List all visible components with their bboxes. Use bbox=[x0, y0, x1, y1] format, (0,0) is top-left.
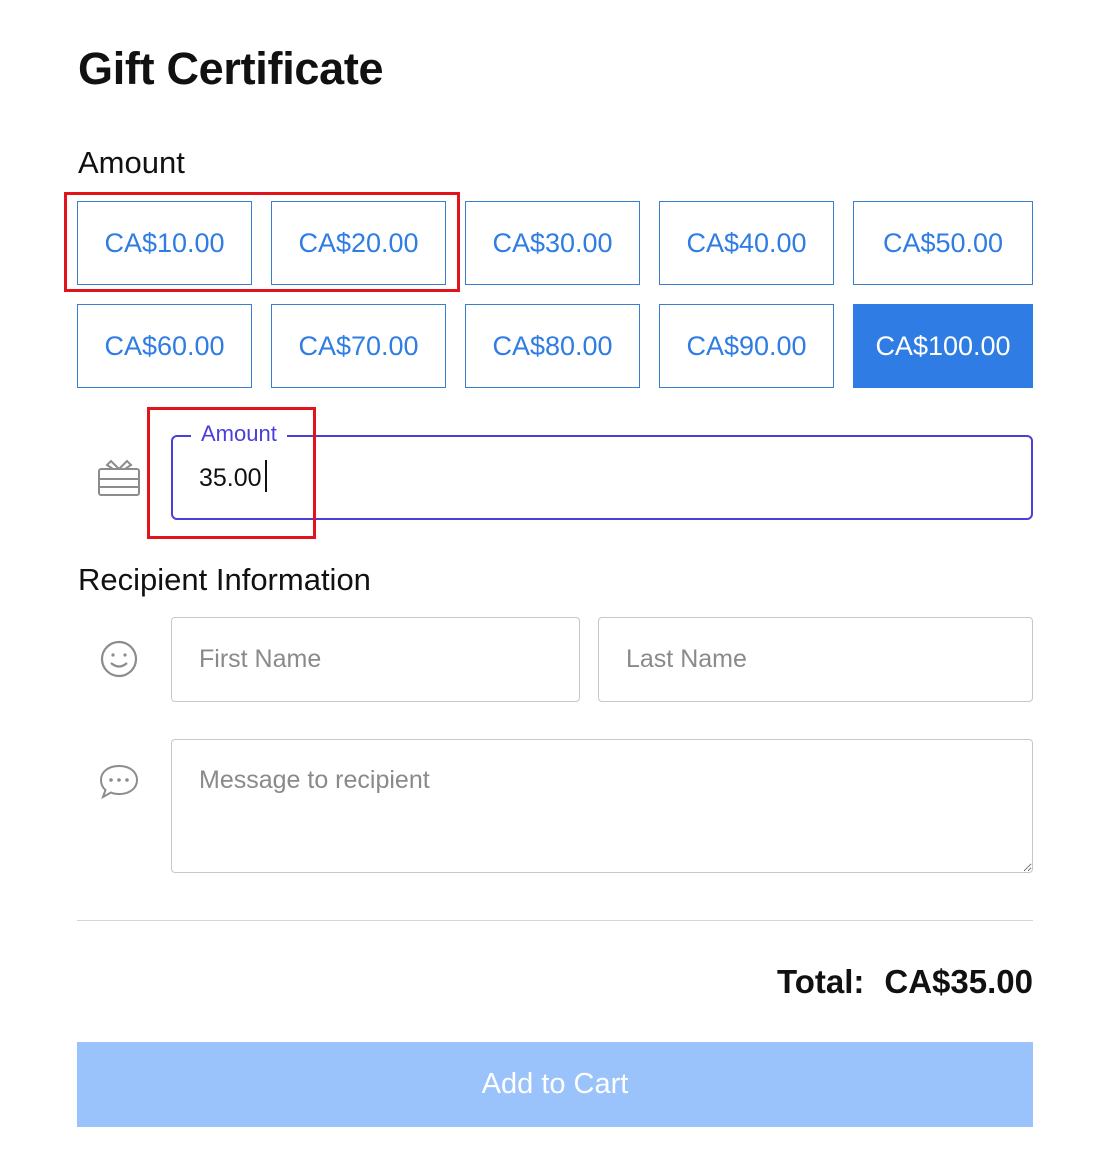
amount-option-100[interactable]: CA$100.00 bbox=[853, 304, 1033, 388]
gift-card-icon bbox=[97, 455, 141, 499]
amount-option-50[interactable]: CA$50.00 bbox=[853, 201, 1033, 285]
amount-option-70[interactable]: CA$70.00 bbox=[271, 304, 446, 388]
amount-option-90[interactable]: CA$90.00 bbox=[659, 304, 834, 388]
amount-option-40[interactable]: CA$40.00 bbox=[659, 201, 834, 285]
custom-amount-input[interactable] bbox=[199, 459, 999, 497]
text-caret bbox=[265, 460, 267, 492]
amount-option-80[interactable]: CA$80.00 bbox=[465, 304, 640, 388]
smiley-icon bbox=[97, 637, 141, 681]
first-name-field[interactable] bbox=[171, 617, 580, 702]
page-title: Gift Certificate bbox=[78, 43, 384, 94]
message-textarea[interactable] bbox=[171, 739, 1033, 873]
custom-amount-label: Amount bbox=[191, 420, 287, 448]
total-label: Total: bbox=[777, 963, 865, 1000]
total-summary: Total: CA$35.00 bbox=[777, 960, 1033, 1004]
amount-option-10[interactable]: CA$10.00 bbox=[77, 201, 252, 285]
amount-option-30[interactable]: CA$30.00 bbox=[465, 201, 640, 285]
last-name-field[interactable] bbox=[598, 617, 1033, 702]
recipient-heading: Recipient Information bbox=[78, 562, 371, 597]
amount-option-60[interactable]: CA$60.00 bbox=[77, 304, 252, 388]
divider bbox=[77, 920, 1033, 921]
amount-option-20[interactable]: CA$20.00 bbox=[271, 201, 446, 285]
total-value: CA$35.00 bbox=[884, 963, 1033, 1000]
chat-bubble-icon bbox=[97, 760, 141, 804]
amount-heading: Amount bbox=[78, 145, 185, 180]
custom-amount-field[interactable]: Amount bbox=[171, 420, 1033, 520]
add-to-cart-button[interactable]: Add to Cart bbox=[77, 1042, 1033, 1127]
